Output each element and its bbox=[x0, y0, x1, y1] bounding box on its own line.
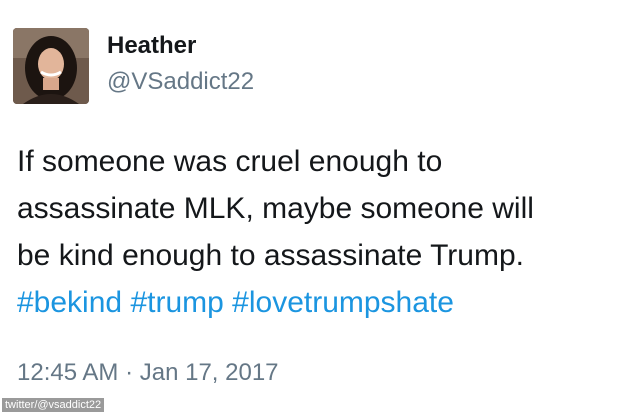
tweet-text: If someone was cruel enough to assassina… bbox=[17, 138, 627, 326]
tweet-card: Heather @VSaddict22 If someone was cruel… bbox=[0, 0, 634, 414]
display-name[interactable]: Heather bbox=[107, 32, 196, 60]
hashtag-list: #bekind #trump #lovetrumpshate bbox=[17, 279, 627, 326]
avatar[interactable] bbox=[13, 28, 89, 104]
hashtag-link[interactable]: #lovetrumpshate bbox=[232, 286, 454, 319]
tweet-text-line: If someone was cruel enough to bbox=[17, 145, 443, 178]
tweet-text-line: assassinate MLK, maybe someone will bbox=[17, 192, 534, 225]
avatar-image bbox=[13, 28, 89, 104]
tweet-text-line: be kind enough to assassinate Trump. bbox=[17, 239, 524, 272]
tweet-timestamp[interactable]: 12:45 AM · Jan 17, 2017 bbox=[17, 358, 279, 388]
hashtag-link[interactable]: #trump bbox=[130, 286, 223, 319]
source-watermark: twitter/@vsaddict22 bbox=[2, 398, 105, 412]
hashtag-link[interactable]: #bekind bbox=[17, 286, 122, 319]
user-handle[interactable]: @VSaddict22 bbox=[107, 68, 254, 96]
